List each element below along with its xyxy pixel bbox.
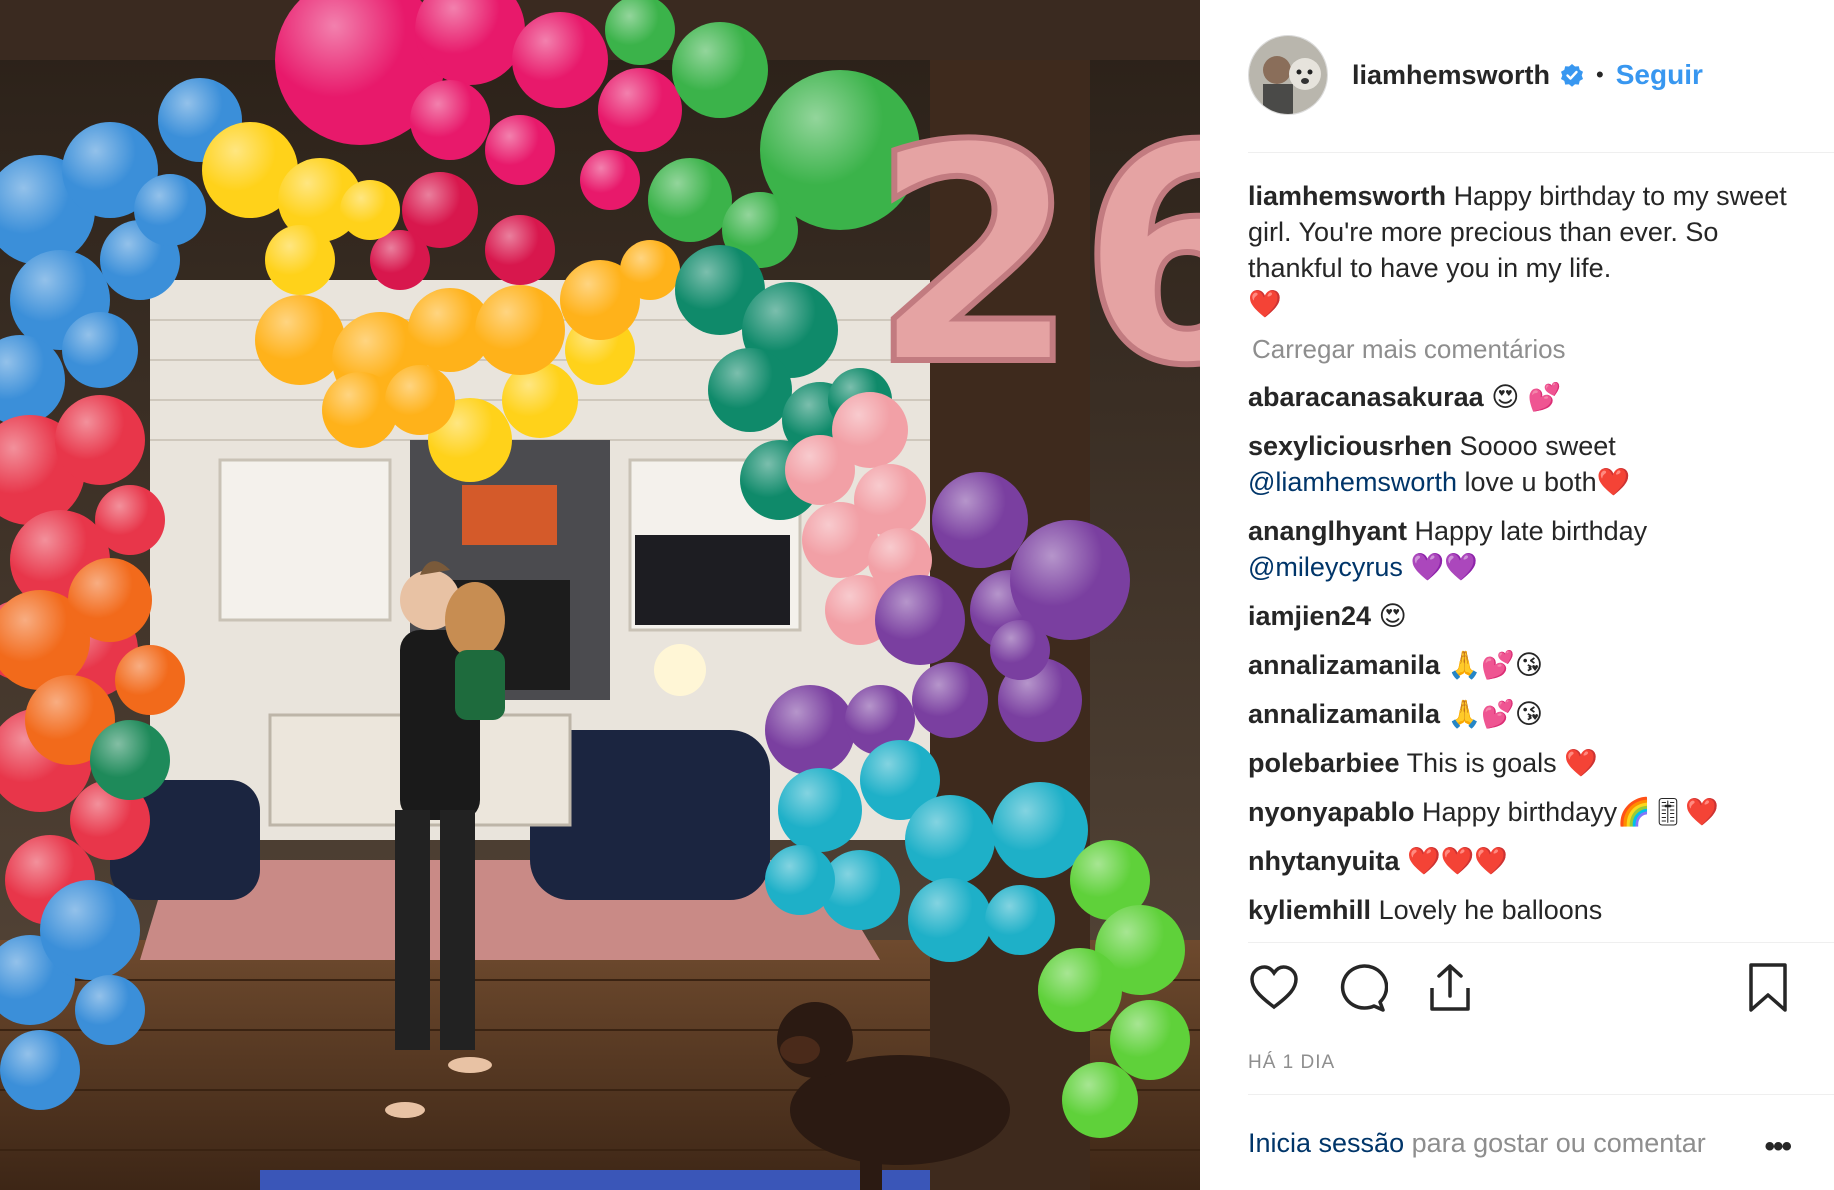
comment-mention[interactable]: @liamhemsworth [1248,467,1457,497]
comment-item: ananglhyant Happy late birthday @mileycy… [1248,513,1794,586]
post-username[interactable]: liamhemsworth [1352,60,1550,91]
comment-username[interactable]: sexyliciousrhen [1248,431,1452,461]
comment-emoji: 🌈🎚❤️ [1617,797,1719,828]
more-options-icon[interactable]: ••• [1764,1130,1791,1164]
comment-emoji: 🙏💕😘 [1447,699,1543,730]
comment-username[interactable]: annalizamanila [1248,699,1440,729]
comment-emoji: ❤️ [1596,467,1631,498]
comment-username[interactable]: annalizamanila [1248,650,1440,680]
divider [1248,152,1834,153]
comment-item: kyliemhill Lovely he balloons [1248,892,1794,928]
caption-emoji: ❤️ [1248,289,1282,320]
post-timestamp: HÁ 1 DIA [1248,1052,1336,1073]
caption-username[interactable]: liamhemsworth [1248,181,1446,211]
login-prompt: Inicia sessão para gostar ou comentar [1248,1128,1706,1159]
comment-emoji: 🙏💕😘 [1447,650,1543,681]
comment-item: iamjien24 😍 [1248,598,1794,635]
comment-username[interactable]: ananglhyant [1248,516,1407,546]
login-prompt-text: para gostar ou comentar [1411,1128,1706,1158]
post-header: liamhemsworth • Seguir [1248,34,1834,116]
comment-item: polebarbiee This is goals ❤️ [1248,745,1794,782]
comment-emoji: ❤️ [1564,748,1598,779]
comment-username[interactable]: nyonyapablo [1248,797,1415,827]
comment-text: Soooo sweet [1459,431,1616,461]
share-icon[interactable] [1424,962,1476,1019]
svg-text:26: 26 [870,82,1200,431]
comment-item: annalizamanila 🙏💕😘 [1248,647,1794,684]
avatar[interactable] [1248,35,1328,115]
comment-username[interactable]: nhytanyuita [1248,846,1400,876]
heart-icon[interactable] [1248,962,1300,1019]
comments-list: liamhemsworth Happy birthday to my sweet… [1248,178,1794,940]
comment-mention[interactable]: @mileycyrus [1248,552,1403,582]
post-caption: liamhemsworth Happy birthday to my sweet… [1248,178,1794,323]
number-balloons: 26 [867,79,1200,434]
bookmark-icon[interactable] [1746,962,1790,1019]
comment-item: annalizamanila 🙏💕😘 [1248,696,1794,733]
comment-username[interactable]: kyliemhill [1248,895,1371,925]
comment-emoji: ❤️❤️❤️ [1407,846,1508,877]
comment-icon[interactable] [1336,962,1389,1019]
comment-username[interactable]: polebarbiee [1248,748,1400,778]
comment-emoji: 😍 [1378,601,1407,632]
follow-button[interactable]: Seguir [1616,59,1703,91]
comment-item: abaracanasakuraa 😍 💕 [1248,379,1794,416]
comment-emoji: 💜💜 [1410,552,1478,583]
comment-text: love u both [1464,467,1597,497]
login-link[interactable]: Inicia sessão [1248,1128,1404,1158]
comment-text: Happy late birthday [1414,516,1648,546]
divider [1248,942,1834,943]
comment-username[interactable]: iamjien24 [1248,601,1371,631]
load-more-comments-button[interactable]: Carregar mais comentários [1252,331,1794,367]
divider [1248,1094,1834,1095]
comment-item: nhytanyuita ❤️❤️❤️ [1248,843,1794,880]
comment-text: Happy birthdayy [1422,797,1618,827]
post-side-panel: liamhemsworth • Seguir liamhemsworth Hap… [1200,0,1834,1190]
comment-item: sexyliciousrhen Soooo sweet @liamhemswor… [1248,428,1794,501]
action-bar [1248,962,1834,1022]
verified-badge-icon [1560,63,1584,87]
comment-text: Lovely he balloons [1378,895,1603,925]
comment-item: nyonyapablo Happy birthdayy🌈🎚❤️ [1248,794,1794,831]
post-photo[interactable]: 26 [0,0,1200,1190]
comment-text: This is goals [1406,748,1557,778]
separator-dot: • [1596,62,1604,87]
comment-username[interactable]: abaracanasakuraa [1248,382,1484,412]
party-photo-illustration: 26 [0,0,1200,1190]
comment-emoji: 😍 💕 [1491,382,1562,413]
